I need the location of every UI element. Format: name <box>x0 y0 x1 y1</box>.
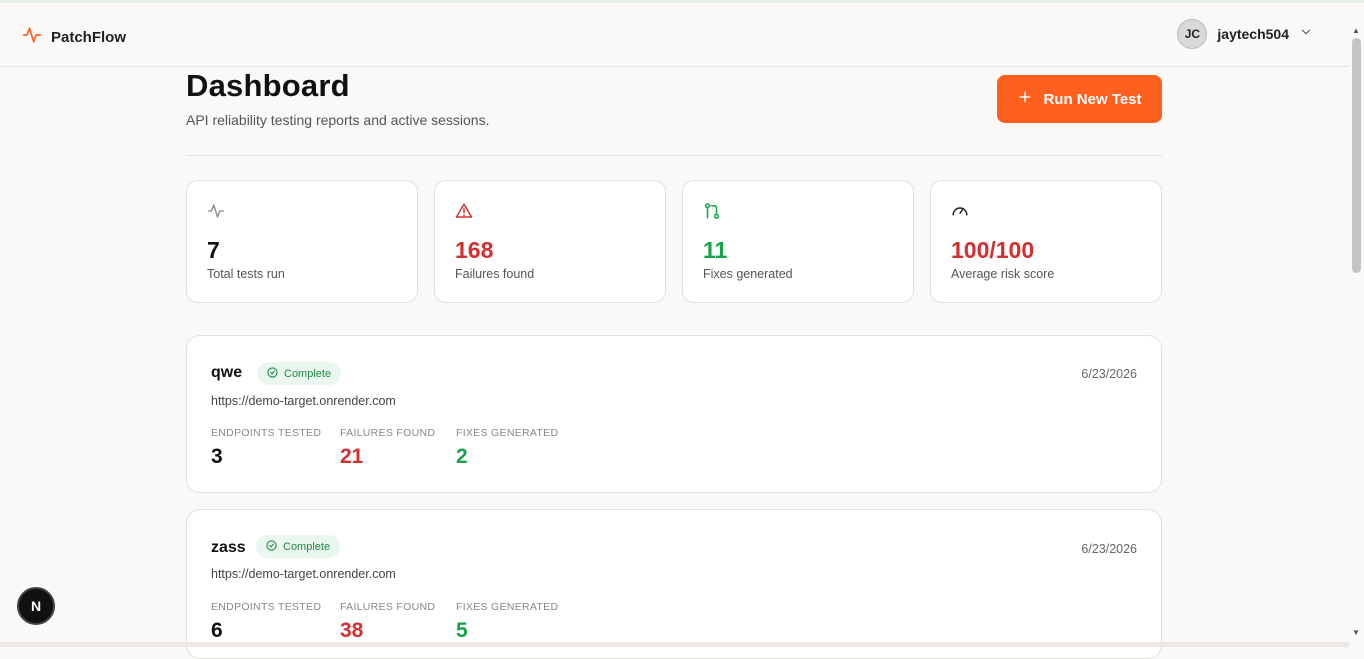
header-divider <box>186 155 1162 156</box>
stat-label: Total tests run <box>207 267 285 281</box>
alert-triangle-icon <box>455 202 473 225</box>
metric-fixes: FIXES GENERATED 2 <box>456 427 559 468</box>
pulse-icon <box>22 25 42 50</box>
scroll-down-icon[interactable]: ▼ <box>1352 628 1360 637</box>
brand[interactable]: PatchFlow <box>22 25 126 50</box>
stat-card-failures: 168 Failures found <box>434 180 666 303</box>
stat-label: Average risk score <box>951 267 1055 281</box>
metric-endpoints: ENDPOINTS TESTED 3 <box>211 427 322 468</box>
stat-label: Fixes generated <box>703 267 793 281</box>
run-url: https://demo-target.onrender.com <box>211 394 396 408</box>
scroll-thumb[interactable] <box>1352 38 1361 273</box>
git-pull-request-icon <box>703 202 721 225</box>
avatar: JC <box>1177 19 1208 49</box>
stat-value: 100/100 <box>951 237 1035 263</box>
check-circle-icon <box>267 366 278 381</box>
metric-failures: FAILURES FOUND 38 <box>340 601 436 642</box>
run-url: https://demo-target.onrender.com <box>211 567 396 581</box>
bottom-strip <box>0 642 1349 647</box>
brand-name: PatchFlow <box>51 29 127 46</box>
scroll-up-icon[interactable]: ▲ <box>1352 26 1360 35</box>
check-circle-icon <box>266 539 277 554</box>
test-run-card[interactable]: qwe Complete 6/23/2026 https://demo-targ… <box>186 335 1162 493</box>
run-new-test-button[interactable]: Run New Test <box>997 75 1162 123</box>
stat-label: Failures found <box>455 267 535 281</box>
stat-value: 7 <box>207 237 220 263</box>
page-title: Dashboard <box>186 68 350 103</box>
run-name: zass <box>211 539 246 556</box>
metric-endpoints: ENDPOINTS TESTED 6 <box>211 601 322 642</box>
run-date: 6/23/2026 <box>1081 542 1137 556</box>
gauge-icon <box>951 202 969 225</box>
pulse-icon <box>207 202 225 225</box>
stat-value: 168 <box>455 237 494 263</box>
username: jaytech504 <box>1217 26 1289 42</box>
chevron-down-icon <box>1299 25 1313 44</box>
page-scrollbar[interactable]: ▲ ▼ <box>1349 26 1364 647</box>
page-subtitle: API reliability testing reports and acti… <box>186 112 490 128</box>
user-menu[interactable]: JC jaytech504 <box>1177 19 1313 49</box>
stat-card-total-tests: 7 Total tests run <box>186 180 418 303</box>
stat-card-fixes: 11 Fixes generated <box>682 180 914 303</box>
run-new-test-label: Run New Test <box>1043 90 1142 108</box>
status-badge: Complete <box>257 362 342 385</box>
status-text: Complete <box>284 367 332 380</box>
metric-failures: FAILURES FOUND 21 <box>340 427 436 468</box>
run-date: 6/23/2026 <box>1081 367 1137 381</box>
top-header: PatchFlow JC jaytech504 <box>0 3 1349 67</box>
stat-card-risk-score: 100/100 Average risk score <box>930 180 1162 303</box>
plus-icon <box>1017 89 1033 109</box>
test-run-card[interactable]: zass Complete 6/23/2026 https://demo-tar… <box>186 509 1162 659</box>
stat-value: 11 <box>703 237 728 263</box>
metric-fixes: FIXES GENERATED 5 <box>456 601 559 642</box>
status-text: Complete <box>283 540 331 553</box>
run-name: qwe <box>211 364 243 381</box>
next-dev-indicator-button[interactable]: N <box>17 587 55 625</box>
status-badge: Complete <box>256 535 341 558</box>
